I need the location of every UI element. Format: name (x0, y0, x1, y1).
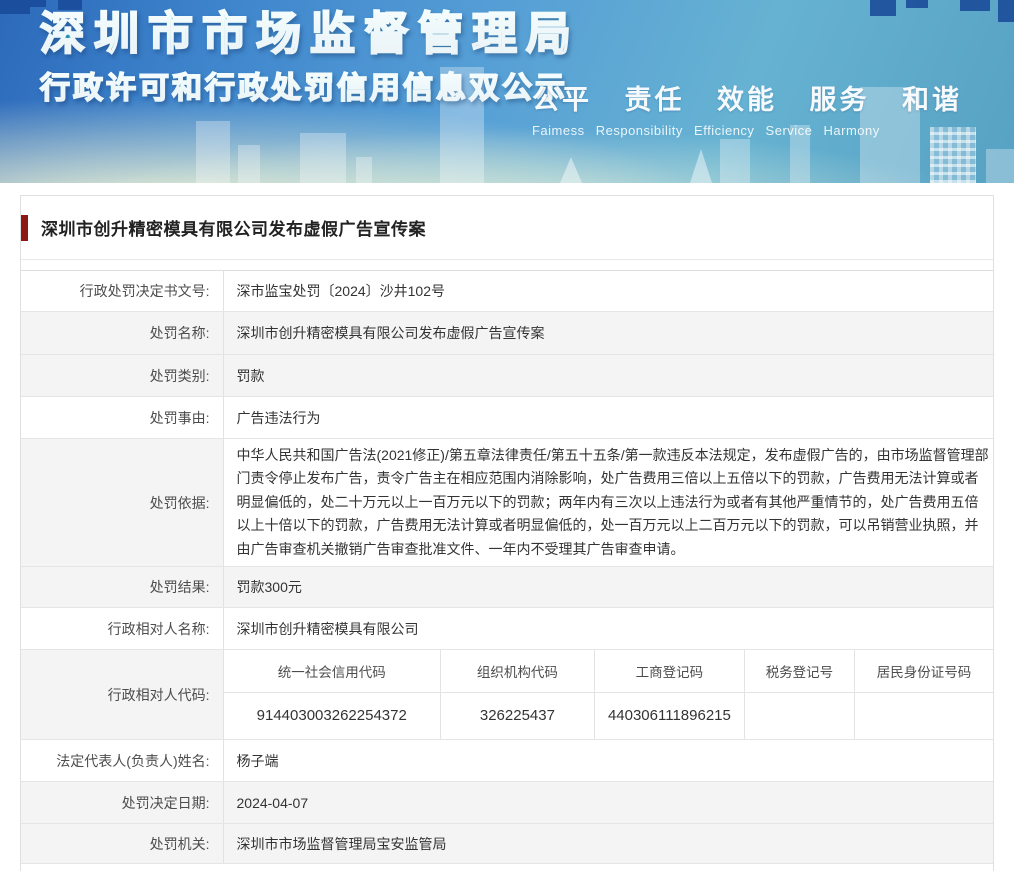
code-col-tax-reg: 税务登记号 (743, 650, 855, 693)
banner-slogan: 公平 责任 效能 服务 和谐 Faimess Responsibility Ef… (532, 78, 962, 138)
tax-reg-value (743, 691, 855, 740)
org-code-value: 326225437 (439, 691, 595, 740)
table-row: 处罚结果: 罚款300元 (21, 566, 993, 609)
table-row: 处罚决定日期: 2024-04-07 (21, 781, 993, 825)
site-title: 深圳市市场监督管理局 (39, 7, 581, 60)
table-row: 行政处罚决定书文号: 深市监宝处罚〔2024〕沙井102号 (21, 270, 993, 312)
codes-value-row: 914403003262254372 326225437 44030611189… (223, 691, 993, 740)
table-row: 法定代表人(负责人)姓名: 杨子端 (21, 739, 993, 783)
credit-code-value: 914403003262254372 (223, 691, 441, 740)
table-row: 处罚依据: 中华人民共和国广告法(2021修正)/第五章法律责任/第五十五条/第… (21, 438, 993, 568)
site-subtitle: 行政许可和行政处罚信用信息双公示 (39, 71, 580, 107)
legal-rep-label: 法定代表人(负责人)姓名: (21, 739, 224, 783)
table-row: 行政相对人代码: 统一社会信用代码 组织机构代码 工商登记码 税务登记号 居民身… (21, 649, 993, 741)
skyline-top-decoration (30, 0, 46, 7)
table-row: 处罚类别: 罚款 (21, 354, 993, 397)
code-col-org-code: 组织机构代码 (439, 650, 595, 693)
skyline-top-decoration (960, 0, 990, 11)
slogan-english: Faimess Responsibility Efficiency Servic… (531, 123, 880, 138)
article-title-row: 深圳市创升精密模具有限公司发布虚假广告宣传案 (21, 196, 993, 260)
penalty-info-table: 行政处罚决定书文号: 深市监宝处罚〔2024〕沙井102号 处罚名称: 深圳市创… (21, 270, 993, 865)
code-col-business-reg: 工商登记码 (593, 650, 745, 693)
penalty-reason-label: 处罚事由: (21, 396, 224, 439)
page-title: 深圳市创升精密模具有限公司发布虚假广告宣传案 (41, 220, 426, 239)
table-row: 行政相对人名称: 深圳市创升精密模具有限公司 (21, 607, 993, 651)
penalty-name-label: 处罚名称: (21, 311, 224, 355)
party-name-value: 深圳市创升精密模具有限公司 (223, 607, 993, 651)
doc-no-label: 行政处罚决定书文号: (21, 270, 224, 312)
skyline-building (986, 149, 1014, 183)
party-name-label: 行政相对人名称: (21, 607, 224, 651)
business-reg-value: 440306111896215 (593, 691, 745, 740)
decision-date-value: 2024-04-07 (223, 781, 993, 825)
authority-value: 深圳市市场监督管理局宝安监管局 (223, 823, 993, 865)
content-panel: 深圳市创升精密模具有限公司发布虚假广告宣传案 行政处罚决定书文号: 深市监宝处罚… (20, 195, 994, 871)
skyline-tree (690, 149, 712, 183)
party-codes-table: 统一社会信用代码 组织机构代码 工商登记码 税务登记号 居民身份证号码 9144… (223, 650, 993, 740)
penalty-basis-label: 处罚依据: (21, 438, 224, 568)
id-number-value (853, 691, 993, 740)
penalty-result-label: 处罚结果: (21, 566, 224, 609)
party-codes-label: 行政相对人代码: (21, 649, 224, 741)
code-col-id-number: 居民身份证号码 (853, 650, 993, 693)
slogan-chinese: 公平 责任 效能 服务 和谐 (531, 85, 962, 115)
skyline-building (720, 139, 750, 183)
skyline-building (238, 145, 260, 183)
title-accent-bar (21, 214, 28, 241)
header-banner: 深圳市市场监督管理局 行政许可和行政处罚信用信息双公示 公平 责任 效能 服务 … (0, 0, 1014, 183)
party-codes-cell: 统一社会信用代码 组织机构代码 工商登记码 税务登记号 居民身份证号码 9144… (223, 649, 993, 741)
legal-rep-value: 杨子端 (223, 739, 993, 783)
decision-date-label: 处罚决定日期: (21, 781, 224, 825)
skyline-building (300, 133, 346, 183)
penalty-type-value: 罚款 (223, 354, 993, 397)
skyline-top-decoration (870, 0, 896, 16)
table-row: 处罚事由: 广告违法行为 (21, 396, 993, 439)
skyline-building (196, 121, 230, 183)
skyline-top-decoration (0, 0, 30, 14)
authority-label: 处罚机关: (21, 823, 224, 865)
skyline-top-decoration (906, 0, 928, 8)
skyline-tree (560, 157, 582, 183)
doc-no-value: 深市监宝处罚〔2024〕沙井102号 (223, 270, 993, 312)
codes-header-row: 统一社会信用代码 组织机构代码 工商登记码 税务登记号 居民身份证号码 (223, 650, 993, 693)
penalty-result-value: 罚款300元 (223, 566, 993, 609)
skyline-top-decoration (998, 0, 1014, 22)
penalty-reason-value: 广告违法行为 (223, 396, 993, 439)
table-row: 处罚机关: 深圳市市场监督管理局宝安监管局 (21, 823, 993, 865)
skyline-building (356, 157, 372, 183)
penalty-name-value: 深圳市创升精密模具有限公司发布虚假广告宣传案 (223, 311, 993, 355)
code-col-credit-code: 统一社会信用代码 (223, 650, 441, 693)
penalty-basis-value: 中华人民共和国广告法(2021修正)/第五章法律责任/第五十五条/第一款违反本法… (223, 438, 993, 568)
table-row: 处罚名称: 深圳市创升精密模具有限公司发布虚假广告宣传案 (21, 311, 993, 355)
penalty-type-label: 处罚类别: (21, 354, 224, 397)
